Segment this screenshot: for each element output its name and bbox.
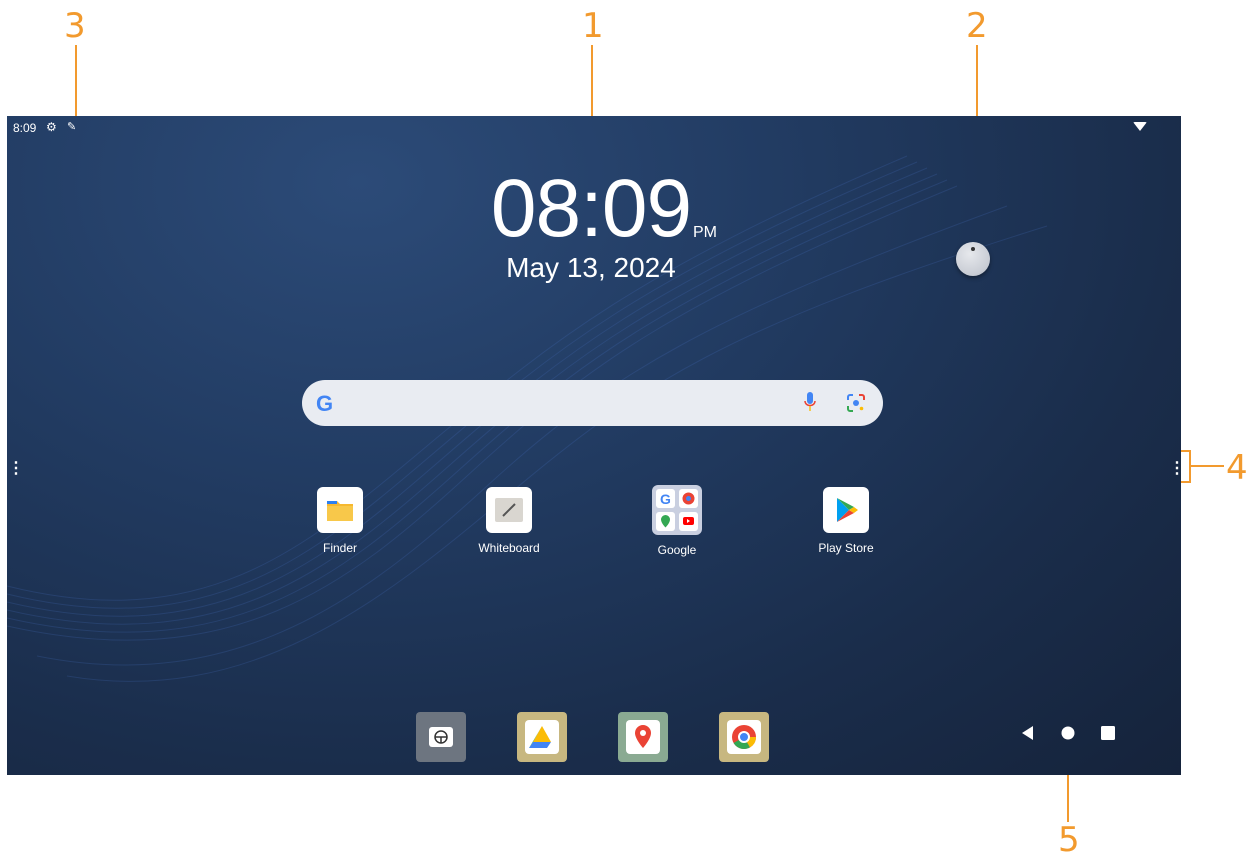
dock-maps-app[interactable] [618,712,668,762]
dock-chrome-app[interactable] [719,712,769,762]
whiteboard-icon [486,487,532,533]
google-folder-icon: G [652,485,702,535]
app-label: Google [657,543,697,557]
microphone-icon[interactable] [804,392,816,414]
drive-icon [525,720,559,754]
callout-4-line [1190,465,1224,467]
app-finder[interactable]: Finder [285,487,395,555]
app-play-store[interactable]: Play Store [791,487,901,555]
app-label: Play Store [818,541,874,555]
clock-date: May 13, 2024 [506,252,676,283]
wifi-icon [1133,122,1147,131]
app-google-folder[interactable]: G Google [622,485,732,557]
folder-icon [317,487,363,533]
back-button[interactable] [1019,724,1035,742]
chrome-icon [727,720,761,754]
status-time: 8:09 [13,121,37,135]
right-edge-handle[interactable]: ⋮ [1169,458,1181,478]
callout-4: 4 [1226,448,1248,488]
google-search-bar[interactable]: G [302,380,883,426]
floating-menu-button[interactable] [956,242,990,276]
callout-5: 5 [1058,820,1080,860]
steering-wheel-icon [429,727,453,747]
callout-3-line [75,45,77,118]
maps-icon [626,720,660,754]
callout-2: 2 [966,6,988,46]
play-store-icon [823,487,869,533]
dock-drive-app[interactable] [517,712,567,762]
settings-gear-icon: ⚙ [46,120,57,134]
clock-widget[interactable]: 08:09 PM May 13, 2024 [440,164,742,284]
knob-indicator-icon [971,247,975,251]
svg-text:G: G [660,491,671,507]
device-screen: 8:09 ⚙ ✎ 08:09 PM May 13, 2024 G ⋮ ⋮ Fin… [7,116,1181,775]
google-logo-icon: G [316,391,334,416]
clock-ampm: PM [693,224,717,241]
app-label: Whiteboard [478,541,540,555]
callout-3: 3 [64,6,86,46]
left-edge-handle[interactable]: ⋮ [8,458,24,478]
google-lens-icon[interactable] [846,393,866,413]
dock-steering-wheel-app[interactable] [416,712,466,762]
notification-icon: ✎ [67,121,77,133]
app-label: Finder [322,541,357,555]
recents-button[interactable] [1100,724,1116,742]
app-whiteboard[interactable]: Whiteboard [454,487,564,555]
home-button[interactable] [1060,724,1076,742]
callout-1: 1 [582,6,604,46]
